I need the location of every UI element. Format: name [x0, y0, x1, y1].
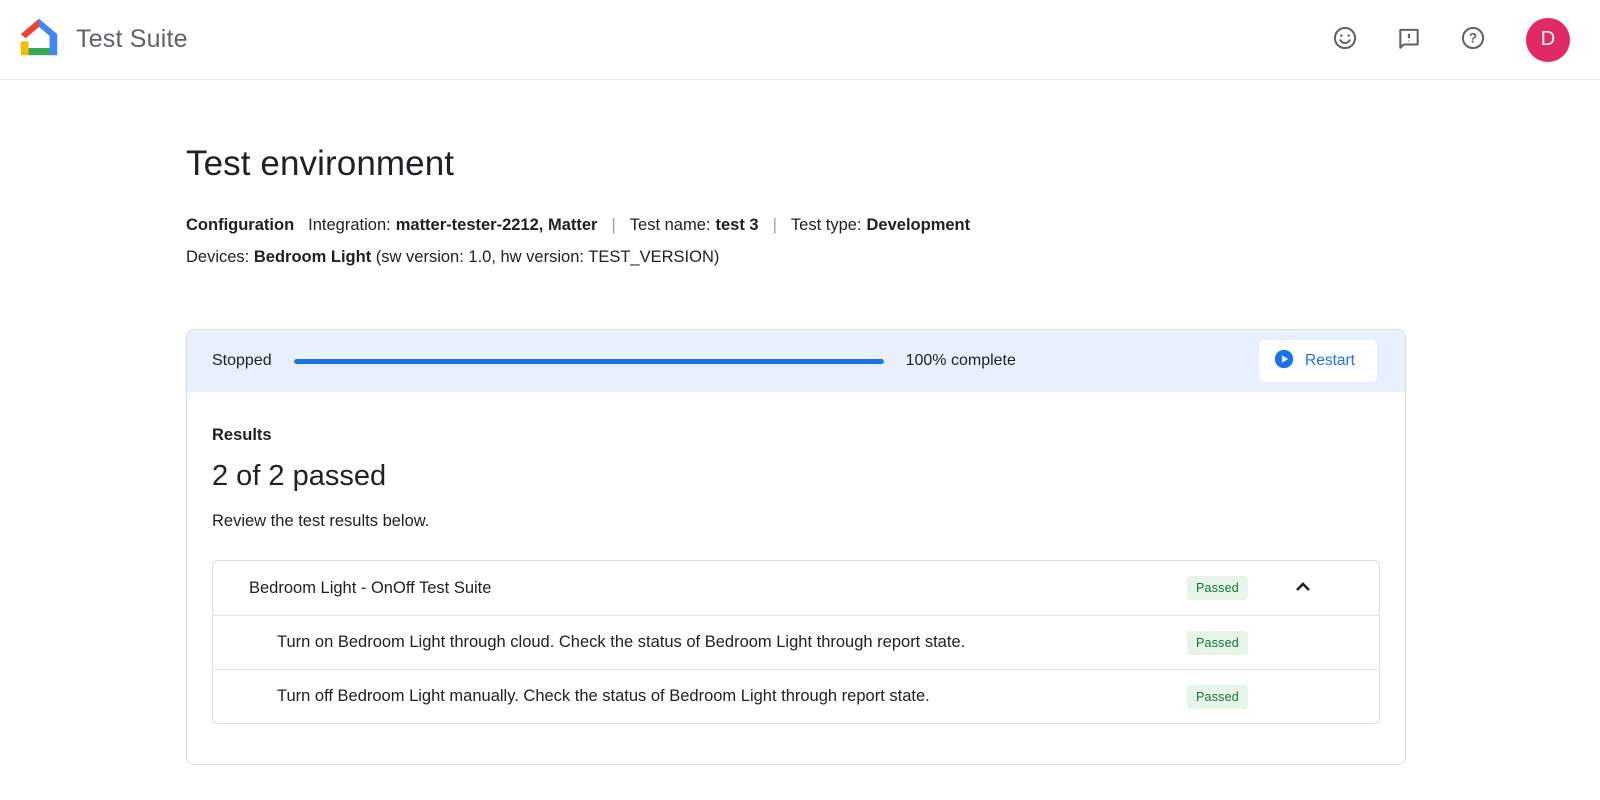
test-type-label: Test type:	[791, 216, 862, 235]
header-actions: ? D	[1332, 18, 1570, 62]
test-description: Turn on Bedroom Light through cloud. Che…	[213, 633, 965, 652]
integration-label: Integration:	[308, 216, 391, 235]
separator: |	[773, 216, 777, 235]
test-result-row: Turn off Bedroom Light manually. Check t…	[213, 669, 1379, 723]
configuration-line: Configuration Integration: matter-tester…	[186, 216, 1600, 235]
integration-value: matter-tester-2212, Matter	[396, 216, 598, 235]
main-content: Test environment Configuration Integrati…	[0, 144, 1600, 765]
test-name-value: test 3	[715, 216, 758, 235]
collapse-suite-button[interactable]	[1248, 575, 1358, 602]
results-summary: 2 of 2 passed	[212, 460, 1380, 493]
chevron-up-icon	[1291, 575, 1315, 602]
send-feedback-button[interactable]	[1396, 27, 1422, 53]
test-description: Turn off Bedroom Light manually. Check t…	[213, 687, 930, 706]
app-header: Test Suite	[0, 0, 1600, 80]
devices-line: Devices: Bedroom Light (sw version: 1.0,…	[186, 248, 1600, 267]
devices-detail: (sw version: 1.0, hw version: TEST_VERSI…	[376, 248, 720, 266]
devices-label: Devices:	[186, 248, 249, 266]
home-logo-icon	[16, 14, 62, 65]
test-row-right: Passed	[1187, 685, 1379, 709]
results-table: Bedroom Light - OnOff Test Suite Passed	[212, 560, 1380, 724]
test-name-label: Test name:	[630, 216, 711, 235]
status-badge: Passed	[1187, 631, 1248, 655]
test-result-row: Turn on Bedroom Light through cloud. Che…	[213, 615, 1379, 669]
account-avatar[interactable]: D	[1526, 18, 1570, 62]
progress-bar-fill	[294, 359, 884, 364]
status-badge: Passed	[1187, 576, 1248, 600]
help-button[interactable]: ?	[1460, 27, 1486, 53]
progress-percent-label: 100% complete	[906, 352, 1016, 370]
test-type-value: Development	[867, 216, 971, 235]
suite-name: Bedroom Light - OnOff Test Suite	[213, 579, 491, 598]
separator: |	[611, 216, 615, 235]
test-row-right: Passed	[1187, 631, 1379, 655]
smiley-feedback-button[interactable]	[1332, 27, 1358, 53]
test-run-card: Stopped 100% complete Restart Results 2 …	[186, 329, 1406, 765]
smiley-icon	[1332, 25, 1358, 54]
page-title: Test environment	[186, 144, 1600, 184]
results-subtext: Review the test results below.	[212, 512, 1380, 531]
results-heading: Results	[212, 426, 1380, 445]
app-logo[interactable]: Test Suite	[16, 14, 188, 65]
restart-button-label: Restart	[1305, 352, 1355, 370]
help-icon: ?	[1460, 25, 1486, 54]
feedback-bubble-icon	[1396, 25, 1422, 54]
suite-header-row[interactable]: Bedroom Light - OnOff Test Suite Passed	[213, 561, 1379, 615]
suite-row-right: Passed	[1187, 575, 1379, 602]
devices-value: Bedroom Light	[254, 248, 371, 266]
progress-bar	[294, 359, 884, 364]
app-title: Test Suite	[76, 25, 188, 54]
status-badge: Passed	[1187, 685, 1248, 709]
configuration-label: Configuration	[186, 216, 294, 235]
restart-button[interactable]: Restart	[1259, 340, 1377, 382]
progress-banner: Stopped 100% complete Restart	[187, 330, 1405, 392]
results-section: Results 2 of 2 passed Review the test re…	[187, 392, 1405, 764]
play-icon	[1274, 349, 1294, 374]
svg-text:?: ?	[1469, 31, 1477, 46]
progress-status-label: Stopped	[212, 352, 272, 370]
